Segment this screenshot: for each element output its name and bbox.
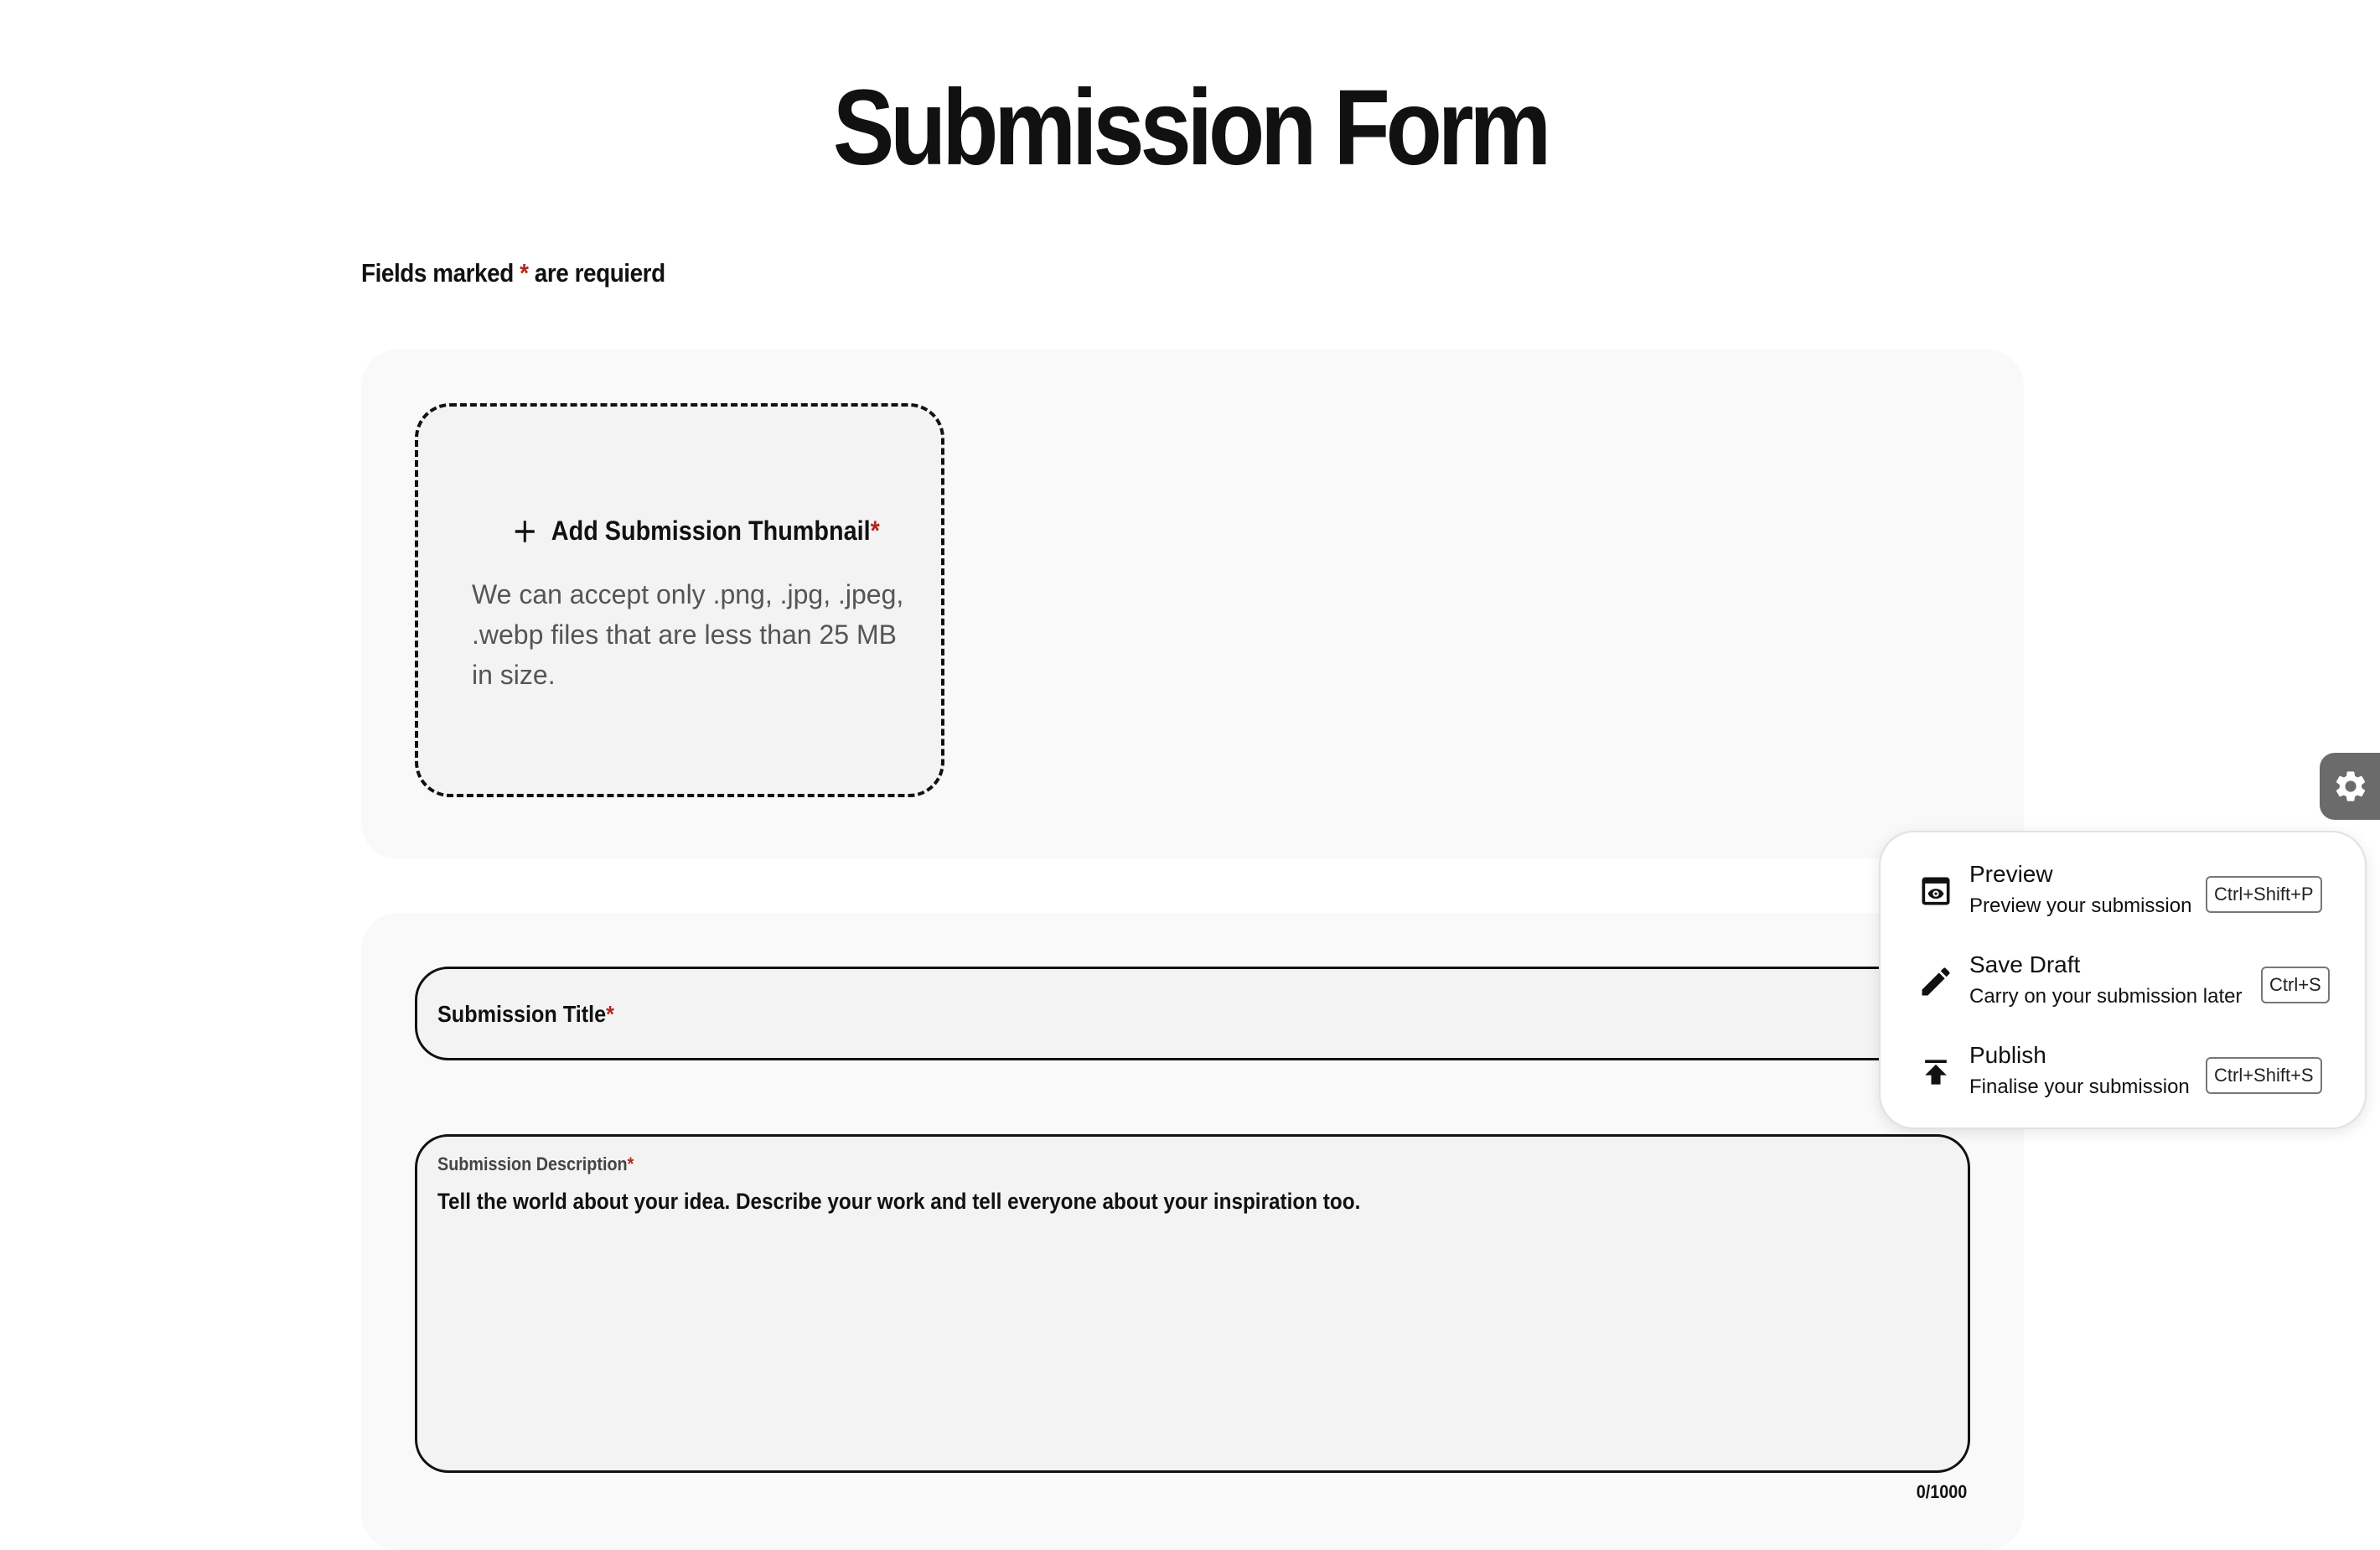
submission-title-label-text: Submission Title	[437, 1001, 607, 1027]
preview-icon	[1922, 877, 1950, 905]
submission-description-required-star: *	[627, 1153, 634, 1174]
menu-item-title: Preview	[1969, 861, 2053, 887]
menu-item-preview[interactable]: Preview Preview your submission Ctrl+Shi…	[1881, 848, 2365, 938]
menu-item-publish[interactable]: Publish Finalise your submission Ctrl+Sh…	[1881, 1029, 2365, 1119]
required-note-prefix: Fields marked	[361, 258, 520, 288]
shortcut-badge: Ctrl+Shift+P	[2206, 876, 2322, 913]
details-card: Submission Title* Submission Description…	[361, 913, 2024, 1550]
thumbnail-help-text: We can accept only .png, .jpg, .jpeg, .w…	[472, 579, 904, 690]
pencil-icon	[1922, 967, 1950, 996]
gear-icon	[2336, 771, 2366, 801]
submission-description-label: Submission Description*	[437, 1153, 634, 1175]
menu-item-subtitle: Finalise your submission	[1969, 1076, 2190, 1098]
menu-item-title: Publish	[1969, 1042, 2046, 1068]
required-note-suffix: are requierd	[528, 258, 665, 288]
submission-title-label: Submission Title*	[437, 1001, 614, 1028]
thumbnail-dropzone[interactable]: Add Submission Thumbnail * We can accept …	[415, 403, 944, 797]
required-note: Fields marked * are requierd	[361, 258, 665, 288]
submission-description-label-text: Submission Description	[437, 1153, 628, 1174]
settings-button[interactable]	[2320, 753, 2380, 820]
shortcut-badge: Ctrl+Shift+S	[2206, 1057, 2322, 1094]
publish-icon	[1925, 1060, 1947, 1085]
menu-item-subtitle: Preview your submission	[1969, 894, 2192, 917]
required-star: *	[520, 258, 529, 288]
thumbnail-required-star: *	[870, 516, 880, 546]
shortcut-badge: Ctrl+S	[2261, 967, 2330, 1003]
submission-title-input[interactable]: Submission Title*	[415, 967, 1970, 1060]
menu-item-save-draft[interactable]: Save Draft Carry on your submission late…	[1881, 938, 2365, 1029]
actions-menu: Preview Preview your submission Ctrl+Shi…	[1879, 831, 2367, 1129]
description-char-counter: 0/1000	[1916, 1481, 1967, 1502]
thumbnail-card: Add Submission Thumbnail * We can accept …	[361, 350, 2024, 859]
submission-description-textarea[interactable]: Submission Description* Tell the world a…	[415, 1134, 1970, 1473]
menu-item-subtitle: Carry on your submission later	[1969, 985, 2243, 1008]
submission-description-placeholder: Tell the world about your idea. Describe…	[437, 1189, 1361, 1214]
menu-item-title: Save Draft	[1969, 951, 2081, 977]
page-title: Submission Form	[832, 68, 1551, 188]
plus-icon	[515, 520, 535, 542]
thumbnail-heading-text: Add Submission Thumbnail	[551, 516, 871, 546]
thumbnail-heading: Add Submission Thumbnail *	[512, 516, 880, 547]
submission-title-required-star: *	[606, 1001, 614, 1027]
